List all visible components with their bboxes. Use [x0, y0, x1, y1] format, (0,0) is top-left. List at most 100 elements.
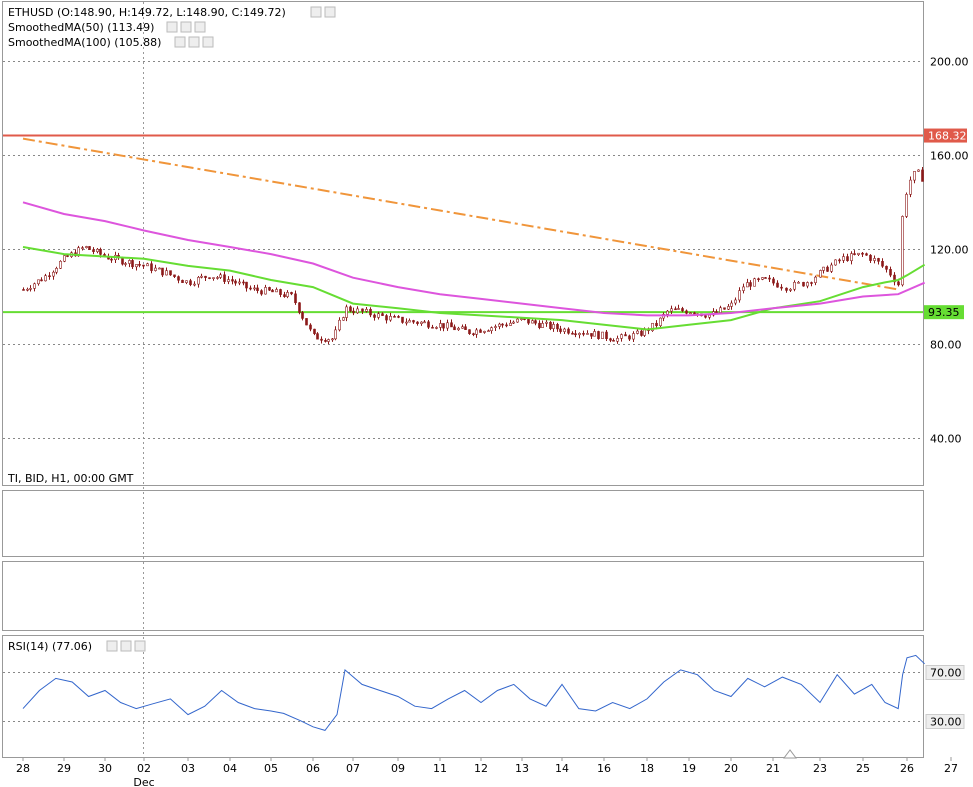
candle-body: [197, 277, 200, 285]
candle-body: [785, 287, 788, 291]
candle-body: [193, 283, 196, 286]
candle-body: [727, 306, 730, 310]
candle-body: [830, 264, 833, 272]
candle-body: [234, 280, 237, 284]
candle-body: [124, 263, 127, 265]
x-tick-label: 04: [223, 762, 237, 775]
candle-body: [271, 289, 274, 293]
candle-body: [365, 309, 368, 312]
candle-body: [283, 294, 286, 297]
candle-body: [356, 308, 359, 314]
candle-body: [26, 288, 29, 291]
candle-body: [461, 326, 464, 329]
panel-footer-label: TI, BID, H1, 00:00 GMT: [7, 472, 134, 485]
candle-body: [381, 313, 384, 316]
candle-body: [590, 333, 593, 337]
settings-icon[interactable]: [310, 6, 322, 18]
y-tick-label: 200.00: [930, 56, 969, 69]
candle-body: [290, 292, 293, 295]
candle-body: [605, 331, 608, 339]
close-icon[interactable]: [194, 21, 206, 33]
candle-body: [238, 281, 241, 284]
candle-body: [189, 280, 192, 285]
candle-body: [468, 329, 471, 334]
candle-body: [753, 278, 756, 287]
candle-body: [655, 322, 658, 327]
settings-icon[interactable]: [106, 640, 118, 652]
candle-body: [586, 333, 589, 335]
candle-body: [609, 338, 612, 341]
y-tick-label: 40.00: [930, 433, 962, 446]
candle-body: [636, 330, 639, 334]
rsi-legend: RSI(14) (77.06): [8, 640, 92, 653]
candle-body: [826, 266, 829, 272]
candle-body: [881, 260, 884, 267]
settings-icon[interactable]: [120, 640, 132, 652]
candle-body: [620, 334, 623, 339]
candle-body: [659, 317, 662, 327]
candle-body: [822, 266, 825, 271]
candle-body: [479, 329, 482, 333]
candle-body: [534, 320, 537, 324]
rsi-legend-buttons[interactable]: [106, 640, 146, 652]
candle-body: [597, 331, 600, 339]
candle-body: [352, 310, 355, 314]
x-tick-label: 14: [555, 762, 569, 775]
rsi-level-label: 30.00: [930, 716, 962, 729]
candle-body: [345, 306, 348, 318]
settings-icon[interactable]: [166, 21, 178, 33]
candle-body: [128, 260, 131, 264]
y-tick-label: 120.00: [930, 244, 969, 257]
indicator-panel-2-frame: [2, 561, 924, 631]
close-icon[interactable]: [202, 36, 214, 48]
candle-body: [44, 275, 47, 282]
candle-body: [780, 286, 783, 289]
candle-body: [275, 289, 278, 293]
ma50-legend-buttons[interactable]: [166, 21, 206, 33]
candle-body: [670, 308, 673, 312]
candle-body: [834, 259, 837, 266]
candle-body: [142, 264, 145, 267]
close-icon[interactable]: [324, 6, 336, 18]
candle-body: [810, 282, 813, 284]
candle-body: [563, 328, 566, 332]
candle-body: [369, 309, 372, 316]
candle-body: [385, 315, 388, 321]
x-tick-label: 30: [98, 762, 112, 775]
candle-body: [545, 321, 548, 324]
candle-body: [377, 313, 380, 318]
settings-icon[interactable]: [188, 36, 200, 48]
candle-body: [505, 324, 508, 327]
candle-body: [453, 326, 456, 331]
candle-body: [420, 321, 423, 324]
candle-body: [260, 290, 263, 295]
candle-body: [457, 327, 460, 331]
candle-body: [552, 324, 555, 329]
candle-body: [842, 256, 845, 261]
close-icon[interactable]: [134, 640, 146, 652]
candle-body: [450, 322, 453, 328]
x-tick-label: 16: [597, 762, 611, 775]
candle-body: [666, 310, 669, 315]
candle-body: [298, 302, 301, 313]
candle-body: [921, 169, 924, 182]
candle-body: [150, 263, 153, 271]
candle-body: [582, 333, 585, 335]
candle-body: [389, 316, 392, 321]
candle-body: [628, 335, 631, 340]
candle-body: [797, 281, 800, 284]
candle-body: [173, 274, 176, 277]
candle-body: [338, 319, 341, 331]
candle-body: [889, 269, 892, 276]
settings-icon[interactable]: [180, 21, 192, 33]
ma100-legend-buttons[interactable]: [174, 36, 214, 48]
candle-body: [749, 282, 752, 287]
candle-body: [677, 308, 680, 310]
candle-body: [487, 330, 490, 333]
candle-body: [746, 282, 749, 288]
chart-canvas: 40.00 80.00 120.00 160.00 200.00 70.00 30.00 16…: [2, 1, 969, 787]
candle-body: [59, 260, 62, 269]
settings-icon[interactable]: [174, 36, 186, 48]
y-tick-label: 160.00: [930, 150, 969, 163]
candle-body: [231, 279, 234, 282]
